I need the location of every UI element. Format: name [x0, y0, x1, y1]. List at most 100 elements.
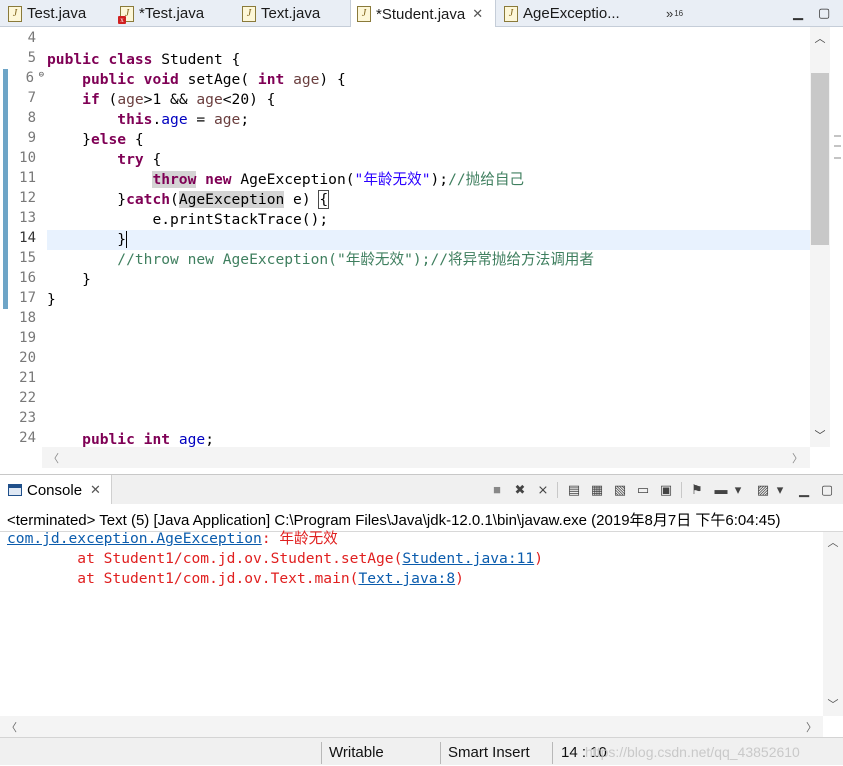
pin-console-icon[interactable]: ⚑: [688, 481, 706, 498]
current-code-line: }: [47, 230, 810, 250]
tab-student-java[interactable]: J *Student.java ✕: [350, 0, 496, 28]
chevron-down-icon[interactable]: ▾: [774, 481, 786, 498]
scroll-left-icon[interactable]: 〈: [6, 719, 17, 735]
fold-collapse-icon[interactable]: ⊖: [39, 70, 44, 80]
open-console-icon[interactable]: ▨: [754, 481, 772, 498]
word-wrap-icon[interactable]: ▧: [611, 481, 629, 498]
line-number: 8: [27, 110, 36, 126]
line-number: 19: [19, 330, 36, 346]
current-line-number: 14: [19, 230, 36, 246]
code-line: throw new AgeException("年龄无效");//抛给自己: [152, 171, 525, 188]
scroll-left-icon[interactable]: 〈: [48, 450, 59, 466]
code-text-area[interactable]: public class Student { public void setAg…: [47, 27, 810, 447]
line-number: 15: [19, 250, 36, 266]
display-console-icon[interactable]: ▬: [712, 481, 730, 498]
tab-label: Test.java: [27, 5, 87, 22]
line-number: 11: [19, 170, 36, 186]
remove-launch-icon[interactable]: ✖: [511, 481, 529, 498]
tab-overflow-button[interactable]: » 16: [666, 0, 683, 26]
line-number: 20: [19, 350, 36, 366]
tab-ageexception-java[interactable]: J AgeExceptio...: [498, 0, 620, 27]
exception-class-link[interactable]: com.jd.exception.AgeException: [7, 530, 262, 547]
clear-console-icon[interactable]: ▤: [565, 481, 583, 498]
line-number: 22: [19, 390, 36, 406]
occurrence-marker[interactable]: [834, 145, 841, 147]
source-link[interactable]: Student.java:11: [402, 550, 534, 567]
close-tab-icon[interactable]: ✕: [90, 482, 101, 498]
tab-label: *Student.java: [376, 5, 466, 23]
minimize-editor-button[interactable]: ▁: [793, 0, 803, 26]
code-line: try {: [117, 151, 162, 168]
tab-test-java-modified[interactable]: J *Test.java: [114, 0, 204, 27]
java-file-error-icon: J: [118, 5, 134, 24]
status-insert-mode[interactable]: Smart Insert: [448, 738, 530, 766]
maximize-icon[interactable]: ▢: [818, 481, 836, 498]
stack-frame-line: at Student1/com.jd.ov.Text.main(Text.jav…: [7, 570, 464, 587]
remove-all-terminated-icon[interactable]: ⨯: [534, 481, 552, 498]
scroll-up-icon[interactable]: ︿: [823, 534, 843, 550]
scroll-lock-icon[interactable]: ▦: [588, 481, 606, 498]
scroll-up-icon[interactable]: ︿: [810, 30, 830, 46]
line-number: 5: [27, 50, 36, 66]
tab-label: *Test.java: [139, 5, 205, 22]
code-line: }else {: [82, 131, 144, 148]
scroll-right-icon[interactable]: 〉: [792, 450, 803, 466]
scroll-right-icon[interactable]: 〉: [806, 719, 817, 735]
console-vertical-scrollbar[interactable]: ︿ ﹀: [823, 532, 843, 716]
code-line: e.printStackTrace();: [152, 211, 329, 228]
status-separator: [321, 742, 322, 764]
java-file-icon: J: [8, 5, 22, 22]
console-output[interactable]: <terminated> Text (5) [Java Application]…: [0, 504, 843, 737]
line-number: 7: [27, 90, 36, 106]
line-number: 10: [19, 150, 36, 166]
chevron-down-icon[interactable]: ▾: [732, 481, 744, 498]
java-file-icon: J: [504, 5, 518, 22]
line-number: 17: [19, 290, 36, 306]
scroll-down-icon[interactable]: ﹀: [823, 696, 843, 712]
console-horizontal-scrollbar[interactable]: 〈 〉: [0, 716, 823, 737]
maximize-editor-button[interactable]: ▢: [818, 0, 830, 26]
matching-bracket: {: [318, 190, 330, 209]
status-separator: [440, 742, 441, 764]
line-number: 4: [27, 30, 36, 46]
code-line: public void setAge( int age) {: [82, 71, 346, 88]
editor-vertical-scrollbar[interactable]: ︿ ﹀: [810, 27, 830, 447]
status-separator: [552, 742, 553, 764]
scroll-thumb[interactable]: [811, 73, 829, 245]
line-number: 23: [19, 410, 36, 426]
code-line: //throw new AgeException("年龄无效");//将异常抛给…: [117, 251, 594, 268]
scroll-down-icon[interactable]: ﹀: [810, 427, 830, 443]
occurrence-marker[interactable]: [834, 135, 841, 137]
line-number-gutter: 4 5 6 ⊖ 7 8 9 10 11 12 13 14 15 16 17 18…: [8, 27, 44, 447]
code-line: this.age = age;: [117, 111, 250, 128]
minimize-icon[interactable]: ▁: [795, 481, 813, 498]
text-cursor: }: [117, 231, 128, 248]
line-number: 24: [19, 430, 36, 446]
toolbar-separator: [557, 482, 558, 498]
console-view-header: Console ✕ ■ ✖ ⨯ ▤ ▦ ▧ ▭ ▣ ⚑ ▬ ▾ ▨ ▾ ▁ ▢: [0, 474, 843, 505]
tab-text-java[interactable]: J Text.java: [236, 0, 320, 27]
source-link[interactable]: Text.java:8: [358, 570, 455, 587]
maximize-icon: ▢: [818, 5, 831, 20]
tab-label: AgeExceptio...: [523, 5, 620, 22]
code-editor[interactable]: 4 5 6 ⊖ 7 8 9 10 11 12 13 14 15 16 17 18…: [0, 27, 843, 468]
status-bar: Writable Smart Insert 14 : 10 https://bl…: [0, 737, 843, 765]
line-number: 6: [25, 70, 34, 86]
show-on-output-icon[interactable]: ▭: [634, 481, 652, 498]
overview-ruler[interactable]: [830, 27, 843, 447]
show-on-error-icon[interactable]: ▣: [657, 481, 675, 498]
terminate-icon[interactable]: ■: [488, 481, 506, 498]
line-number: 12: [19, 190, 36, 206]
console-icon: [8, 484, 22, 496]
watermark: https://blog.csdn.net/qq_43852610: [585, 744, 800, 760]
minimize-icon: ▁: [793, 5, 803, 20]
editor-horizontal-scrollbar[interactable]: 〈 〉: [42, 447, 810, 468]
exception-message: 年龄无效: [279, 530, 338, 547]
console-tab[interactable]: Console ✕: [0, 475, 112, 505]
tab-test-java[interactable]: J Test.java: [2, 0, 86, 27]
stack-frame-line: at Student1/com.jd.ov.Student.setAge(Stu…: [7, 550, 543, 567]
occurrence-marker[interactable]: [834, 157, 841, 159]
close-tab-icon[interactable]: ✕: [472, 6, 483, 22]
code-line: public class Student {: [47, 51, 241, 68]
console-tab-label: Console: [27, 481, 83, 499]
